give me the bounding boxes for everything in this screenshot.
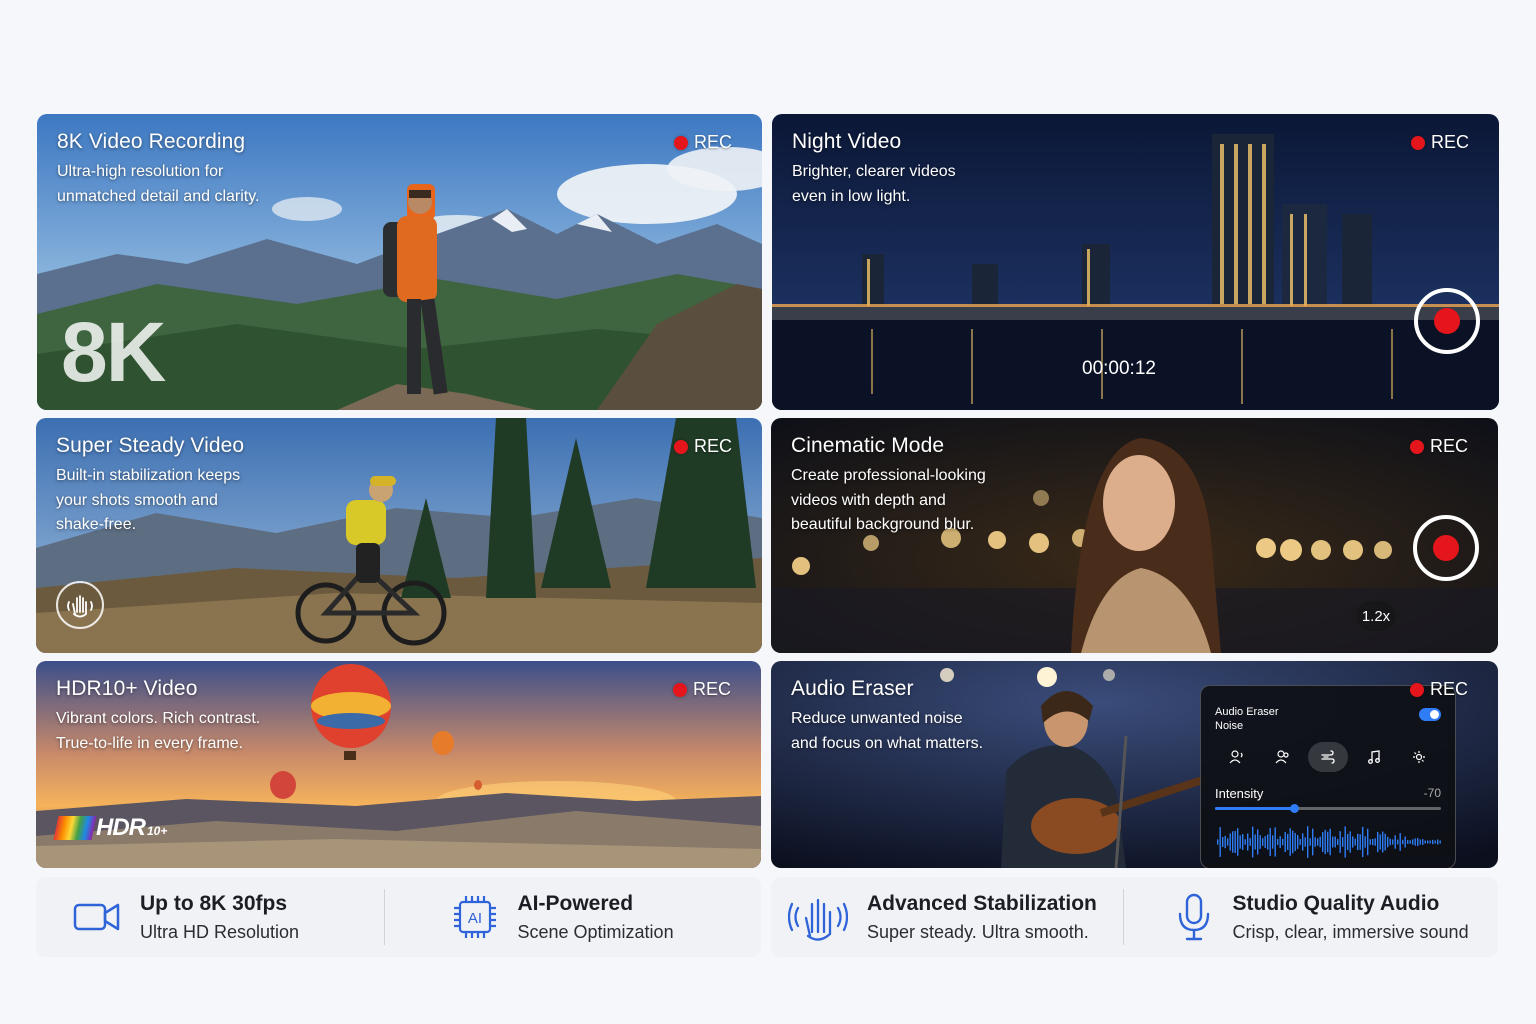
card-cinematic-mode[interactable]: Cinematic Mode Create professional-looki… bbox=[771, 418, 1498, 653]
rec-dot-icon bbox=[1409, 682, 1424, 697]
divider bbox=[1122, 889, 1124, 945]
panel-title: Audio Eraser bbox=[1215, 706, 1279, 718]
record-button[interactable] bbox=[1414, 288, 1480, 354]
feature-bar-right: Advanced Stabilization Super steady. Ult… bbox=[771, 877, 1498, 957]
card-audio-eraser[interactable]: Audio Eraser Reduce unwanted noise and f… bbox=[771, 661, 1498, 868]
rec-dot-icon bbox=[1409, 439, 1424, 454]
rec-dot-icon bbox=[1410, 135, 1425, 150]
microphone-icon bbox=[1163, 892, 1225, 942]
card-description: Ultra-high resolution for unmatched deta… bbox=[57, 163, 260, 205]
card-title: 8K Video Recording bbox=[57, 130, 246, 153]
audio-mode-selector bbox=[1215, 742, 1441, 772]
rec-indicator: REC bbox=[1409, 679, 1468, 700]
zoom-level-button[interactable]: 1.2x bbox=[1356, 601, 1396, 631]
ai-chip-icon: AI bbox=[444, 892, 506, 942]
record-button[interactable] bbox=[1413, 515, 1479, 581]
intensity-value: -70 bbox=[1423, 786, 1441, 800]
hdr10-plus-logo: HDR 10+ bbox=[53, 814, 167, 842]
divider bbox=[383, 889, 385, 945]
audio-eraser-toggle[interactable] bbox=[1419, 708, 1441, 721]
card-8k-video[interactable]: 8K Video Recording Ultra-high resolution… bbox=[37, 114, 762, 410]
feature-ai: AI AI-Powered Scene Optimization bbox=[383, 877, 762, 957]
card-description: Vibrant colors. Rich contrast. True-to-l… bbox=[56, 710, 261, 752]
rec-dot-icon bbox=[673, 135, 688, 150]
card-hdr-video[interactable]: HDR10+ Video Vibrant colors. Rich contra… bbox=[36, 661, 761, 868]
panel-subtitle: Noise bbox=[1215, 720, 1244, 732]
rec-indicator: REC bbox=[672, 679, 731, 700]
wind-icon[interactable] bbox=[1308, 742, 1348, 772]
card-title: Night Video bbox=[792, 130, 902, 153]
feature-heading: AI-Powered bbox=[517, 891, 634, 915]
rec-indicator: REC bbox=[1410, 132, 1469, 153]
card-description: Brighter, clearer videos even in low lig… bbox=[792, 163, 956, 205]
feature-heading: Advanced Stabilization bbox=[867, 891, 1097, 915]
rec-dot-icon bbox=[673, 439, 688, 454]
stabilization-hand-icon bbox=[56, 581, 104, 629]
svg-text:AI: AI bbox=[467, 910, 481, 927]
card-steady-video[interactable]: Super Steady Video Built-in stabilizatio… bbox=[36, 418, 762, 653]
rec-indicator: REC bbox=[1409, 436, 1468, 457]
feature-8k: Up to 8K 30fps Ultra HD Resolution bbox=[36, 877, 384, 957]
card-description: Built-in stabilization keeps your shots … bbox=[56, 467, 241, 533]
audio-eraser-panel: Audio Eraser Noise Intensity -70 bbox=[1200, 685, 1456, 868]
slider-knob[interactable] bbox=[1290, 804, 1300, 813]
card-description: Reduce unwanted noise and focus on what … bbox=[791, 710, 984, 752]
feature-bar-left: Up to 8K 30fps Ultra HD Resolution AI AI… bbox=[36, 877, 761, 957]
feature-subtext: Ultra HD Resolution bbox=[140, 921, 300, 942]
card-title: Super Steady Video bbox=[56, 434, 245, 457]
intensity-label: Intensity bbox=[1215, 786, 1264, 801]
intensity-slider[interactable] bbox=[1215, 804, 1441, 813]
feature-heading: Studio Quality Audio bbox=[1232, 891, 1440, 915]
feature-heading: Up to 8K 30fps bbox=[140, 891, 288, 915]
card-title: Audio Eraser bbox=[791, 677, 914, 700]
feature-subtext: Super steady. Ultra smooth. bbox=[867, 921, 1089, 942]
card-title: HDR10+ Video bbox=[56, 677, 198, 700]
voice-icon[interactable] bbox=[1217, 742, 1257, 772]
audio-waveform bbox=[1217, 826, 1441, 858]
people-icon[interactable] bbox=[1263, 742, 1303, 772]
card-night-video[interactable]: Night Video Brighter, clearer videos eve… bbox=[772, 114, 1499, 410]
card-title: Cinematic Mode bbox=[791, 434, 945, 457]
card-description: Create professional-looking videos with … bbox=[791, 467, 986, 533]
feature-audio: Studio Quality Audio Crisp, clear, immer… bbox=[1122, 877, 1499, 957]
hand-stabilization-icon bbox=[787, 892, 849, 942]
rec-indicator: REC bbox=[673, 436, 732, 457]
rec-dot-icon bbox=[672, 682, 687, 697]
recording-timer: 00:00:12 bbox=[1082, 358, 1156, 379]
video-camera-icon bbox=[66, 899, 128, 935]
feature-stabilization: Advanced Stabilization Super steady. Ult… bbox=[771, 877, 1123, 957]
nature-icon[interactable] bbox=[1399, 742, 1439, 772]
feature-subtext: Crisp, clear, immersive sound bbox=[1232, 921, 1469, 942]
feature-subtext: Scene Optimization bbox=[517, 921, 674, 942]
music-icon[interactable] bbox=[1354, 742, 1394, 772]
resolution-badge: 8K bbox=[61, 305, 166, 399]
rec-indicator: REC bbox=[673, 132, 732, 153]
